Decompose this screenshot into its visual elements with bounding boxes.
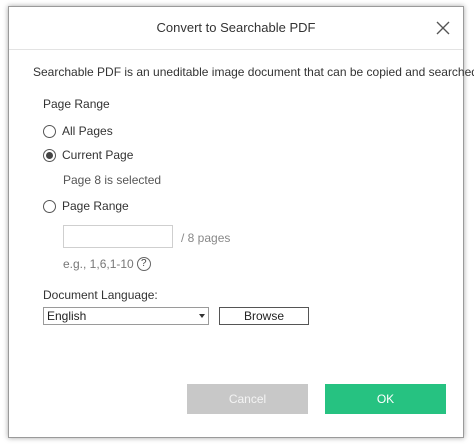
chevron-down-icon	[199, 314, 205, 318]
page-range-heading: Page Range	[43, 97, 110, 111]
close-button[interactable]	[431, 16, 455, 40]
radio-page-range[interactable]: Page Range	[43, 197, 129, 215]
radio-all-pages-circle[interactable]	[43, 124, 56, 138]
browse-button[interactable]: Browse	[219, 307, 309, 325]
radio-current-page-label: Current Page	[62, 148, 134, 162]
document-language-heading: Document Language:	[43, 288, 158, 302]
radio-page-range-label: Page Range	[62, 199, 129, 213]
language-selected-value: English	[47, 309, 87, 323]
language-select[interactable]: English	[43, 307, 209, 325]
radio-all-pages-label: All Pages	[62, 124, 113, 138]
dialog-description: Searchable PDF is an uneditable image do…	[33, 65, 474, 79]
page-range-example-text: e.g., 1,6,1-10	[63, 257, 134, 271]
radio-current-page-circle[interactable]	[43, 148, 56, 162]
convert-dialog: Convert to Searchable PDF Searchable PDF…	[8, 6, 474, 438]
ok-button[interactable]: OK	[325, 384, 446, 414]
help-icon[interactable]: ?	[136, 257, 151, 271]
total-pages-label: / 8 pages	[181, 231, 231, 245]
current-page-note: Page 8 is selected	[63, 173, 162, 187]
dialog-titlebar: Convert to Searchable PDF	[9, 7, 463, 50]
radio-page-range-circle[interactable]	[43, 199, 56, 213]
dialog-title: Convert to Searchable PDF	[156, 20, 316, 35]
radio-all-pages[interactable]: All Pages	[43, 122, 113, 140]
radio-current-page[interactable]: Current Page	[43, 146, 133, 164]
cancel-button[interactable]: Cancel	[187, 384, 308, 414]
close-icon	[436, 21, 450, 35]
page-range-example: e.g., 1,6,1-10 ?	[63, 257, 151, 271]
page-range-input[interactable]	[63, 225, 173, 248]
